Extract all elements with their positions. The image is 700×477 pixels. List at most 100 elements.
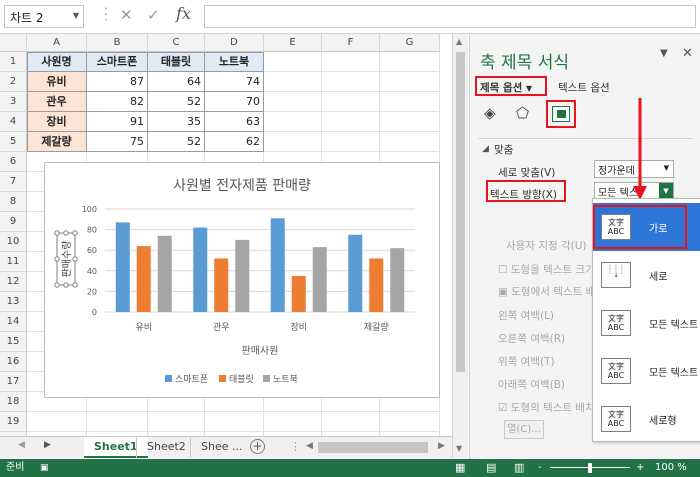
cell[interactable] bbox=[322, 72, 380, 92]
tab-text-options[interactable]: 텍스트 옵션 bbox=[558, 80, 610, 95]
row-header[interactable]: 11 bbox=[0, 252, 27, 272]
cell[interactable] bbox=[380, 412, 440, 432]
add-sheet-button[interactable]: + bbox=[250, 439, 265, 454]
collapse-icon[interactable]: ◢ bbox=[482, 144, 489, 154]
hscroll-left-icon[interactable]: ◀ bbox=[306, 441, 313, 451]
tab-sheet2[interactable]: Sheet2 bbox=[136, 437, 196, 458]
table-value-cell[interactable]: 87 bbox=[87, 72, 148, 92]
row-header[interactable]: 16 bbox=[0, 352, 27, 372]
table-value-cell[interactable]: 62 bbox=[205, 132, 264, 152]
cell[interactable] bbox=[264, 112, 322, 132]
table-value-cell[interactable]: 35 bbox=[148, 112, 205, 132]
row-header[interactable]: 7 bbox=[0, 172, 27, 192]
page-break-icon[interactable]: ▥ bbox=[514, 459, 524, 477]
cell[interactable] bbox=[264, 412, 322, 432]
row-header[interactable]: 15 bbox=[0, 332, 27, 352]
cell[interactable] bbox=[264, 72, 322, 92]
cell[interactable] bbox=[322, 132, 380, 152]
table-header-cell[interactable]: 사원명 bbox=[27, 52, 87, 72]
table-value-cell[interactable]: 82 bbox=[87, 92, 148, 112]
column-header[interactable]: A bbox=[27, 34, 87, 52]
hscroll-thumb[interactable] bbox=[318, 442, 428, 453]
row-header[interactable]: 4 bbox=[0, 112, 27, 132]
menu-item-stacked[interactable]: 文字 ABC 세로형 bbox=[593, 395, 700, 443]
row-header[interactable]: 18 bbox=[0, 392, 27, 412]
table-value-cell[interactable]: 63 bbox=[205, 112, 264, 132]
row-header[interactable]: 14 bbox=[0, 312, 27, 332]
table-name-cell[interactable]: 제갈량 bbox=[27, 132, 87, 152]
cell[interactable] bbox=[380, 52, 440, 72]
menu-item-rotate-270[interactable]: ⋮⋮⋮ ⋮⋮⋮ ↓ 세로 bbox=[593, 251, 700, 299]
chevron-down-icon[interactable]: ▼ bbox=[73, 11, 79, 20]
menu-item-rotate-270b[interactable]: 文字 ABC 모든 텍스트 bbox=[593, 347, 700, 395]
table-name-cell[interactable]: 유비 bbox=[27, 72, 87, 92]
effects-icon[interactable]: ⬠ bbox=[516, 104, 529, 122]
row-header[interactable]: 9 bbox=[0, 212, 27, 232]
scroll-up-icon[interactable]: ▲ bbox=[456, 37, 462, 46]
table-value-cell[interactable]: 64 bbox=[148, 72, 205, 92]
cell[interactable] bbox=[322, 92, 380, 112]
column-header[interactable]: B bbox=[87, 34, 148, 52]
tab-scroll-left-icon[interactable]: ◀ bbox=[18, 440, 25, 450]
cell[interactable] bbox=[380, 112, 440, 132]
normal-view-icon[interactable]: ▦ bbox=[455, 459, 465, 477]
cell[interactable] bbox=[148, 412, 205, 432]
cell[interactable] bbox=[380, 72, 440, 92]
table-value-cell[interactable]: 91 bbox=[87, 112, 148, 132]
row-header[interactable]: 19 bbox=[0, 412, 27, 432]
row-header[interactable]: 3 bbox=[0, 92, 27, 112]
size-properties-tab[interactable] bbox=[546, 100, 576, 128]
name-box[interactable]: 차트 2 ▼ bbox=[4, 5, 84, 28]
cell[interactable] bbox=[264, 92, 322, 112]
chart[interactable]: 사원별 전자제품 판매량 0 20 40 60 80 100 유비 관우 장비 제갈량 판매사원 판매수… bbox=[44, 162, 440, 398]
zoom-in-button[interactable]: + bbox=[636, 459, 644, 477]
cell[interactable] bbox=[27, 412, 87, 432]
row-header[interactable]: 13 bbox=[0, 292, 27, 312]
table-value-cell[interactable]: 52 bbox=[148, 132, 205, 152]
table-value-cell[interactable]: 70 bbox=[205, 92, 264, 112]
table-header-cell[interactable]: 태블릿 bbox=[148, 52, 205, 72]
fill-line-icon[interactable]: ◈ bbox=[484, 104, 496, 122]
row-header[interactable]: 1 bbox=[0, 52, 27, 72]
cell[interactable] bbox=[322, 52, 380, 72]
hscroll-right-icon[interactable]: ▶ bbox=[438, 441, 445, 451]
tab-sheet3[interactable]: Shee ... bbox=[190, 437, 252, 458]
close-icon[interactable]: ✕ bbox=[682, 46, 693, 61]
column-header[interactable]: C bbox=[148, 34, 205, 52]
cell[interactable] bbox=[87, 412, 148, 432]
column-header[interactable]: G bbox=[380, 34, 440, 52]
row-header[interactable]: 12 bbox=[0, 272, 27, 292]
formula-input[interactable] bbox=[204, 5, 696, 28]
page-layout-icon[interactable]: ▤ bbox=[486, 459, 496, 477]
zoom-level[interactable]: 100 % bbox=[655, 459, 687, 477]
vertical-scrollbar[interactable]: ▲ ▼ bbox=[452, 34, 468, 458]
menu-item-rotate-90[interactable]: 文字 ABC 모든 텍스트 bbox=[593, 299, 700, 347]
cell[interactable] bbox=[264, 52, 322, 72]
zoom-slider-thumb[interactable] bbox=[588, 463, 592, 473]
cancel-icon[interactable]: ✕ bbox=[120, 6, 133, 24]
row-header[interactable]: 17 bbox=[0, 372, 27, 392]
column-header[interactable]: F bbox=[322, 34, 380, 52]
scroll-down-icon[interactable]: ▼ bbox=[456, 444, 462, 453]
cell[interactable] bbox=[322, 412, 380, 432]
select-all-corner[interactable] bbox=[0, 34, 27, 52]
table-value-cell[interactable]: 74 bbox=[205, 72, 264, 92]
vscroll-thumb[interactable] bbox=[456, 52, 465, 372]
row-header[interactable]: 2 bbox=[0, 72, 27, 92]
cell[interactable] bbox=[380, 92, 440, 112]
cell[interactable] bbox=[264, 132, 322, 152]
pane-options-icon[interactable]: ▼ bbox=[660, 48, 668, 59]
table-value-cell[interactable]: 75 bbox=[87, 132, 148, 152]
cell[interactable] bbox=[205, 412, 264, 432]
row-header[interactable]: 10 bbox=[0, 232, 27, 252]
cell[interactable] bbox=[380, 132, 440, 152]
zoom-out-button[interactable]: - bbox=[538, 459, 542, 477]
table-header-cell[interactable]: 노트북 bbox=[205, 52, 264, 72]
tab-scroll-right-icon[interactable]: ▶ bbox=[44, 440, 51, 450]
column-header[interactable]: E bbox=[264, 34, 322, 52]
table-name-cell[interactable]: 장비 bbox=[27, 112, 87, 132]
macro-record-icon[interactable]: ▣ bbox=[40, 459, 49, 477]
row-header[interactable]: 8 bbox=[0, 192, 27, 212]
enter-icon[interactable]: ✓ bbox=[147, 6, 160, 24]
insert-function-button[interactable]: fx bbox=[176, 4, 191, 23]
